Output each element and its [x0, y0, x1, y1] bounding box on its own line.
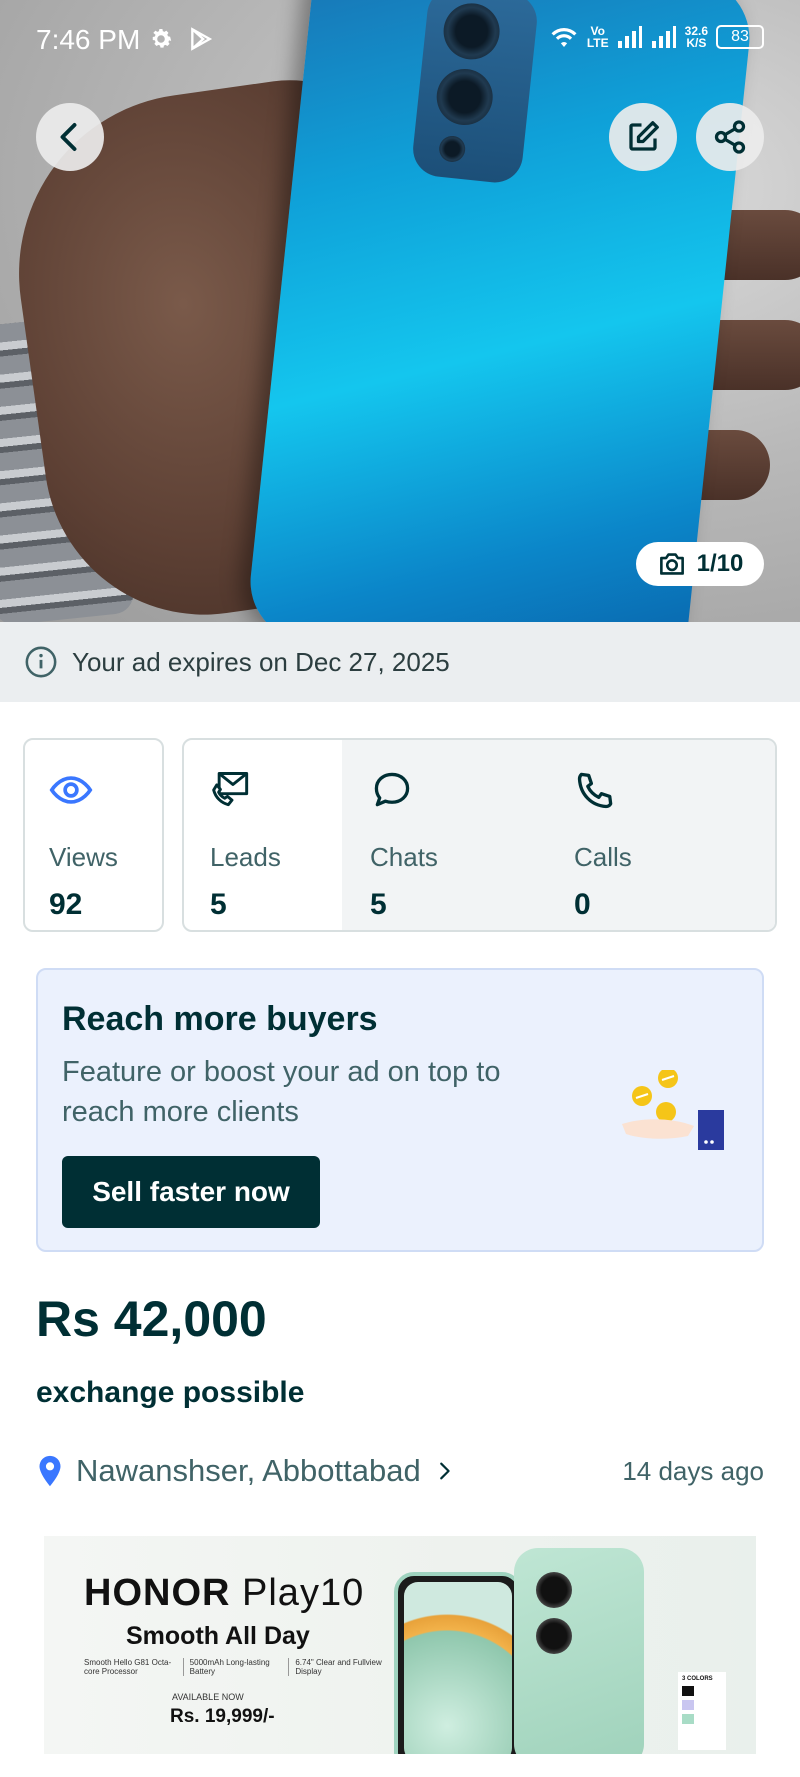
views-value: 92	[49, 888, 83, 921]
back-button[interactable]	[36, 103, 104, 171]
promo-card: Reach more buyers Feature or boost your …	[36, 968, 764, 1252]
location-text: Nawanshser, Abbottabad	[76, 1453, 421, 1488]
leads-label: Leads	[210, 842, 281, 872]
expiry-text: Your ad expires on Dec 27, 2025	[72, 646, 450, 677]
ad-colors: 3 COLORS	[678, 1672, 726, 1750]
status-time: 7:46 PM	[36, 24, 141, 55]
status-bar: 7:46 PM Vo LTE 32.6 K/S 83	[0, 0, 800, 80]
play-store-icon	[191, 27, 213, 51]
leads-card: Leads 5 Chats 5 Calls 0	[182, 738, 777, 932]
chats-stat[interactable]: Chats 5	[370, 740, 510, 930]
ad-phone-back	[514, 1548, 644, 1754]
calls-value: 0	[574, 888, 591, 921]
camera-icon	[659, 553, 684, 575]
location-pin-icon	[39, 1455, 61, 1487]
chevron-right-icon	[439, 1462, 450, 1480]
leads-icon	[212, 772, 249, 807]
expiry-notice: Your ad expires on Dec 27, 2025	[0, 622, 800, 702]
eye-icon	[49, 776, 93, 804]
edit-button[interactable]	[609, 103, 677, 171]
calls-stat[interactable]: Calls 0	[574, 740, 714, 930]
ad-availability: AVAILABLE NOW	[172, 1692, 244, 1702]
chat-icon	[374, 772, 410, 807]
views-card: Views 92	[23, 738, 164, 932]
wifi-icon	[551, 27, 577, 47]
ad-tagline: Smooth All Day	[126, 1622, 310, 1650]
chats-value: 5	[370, 888, 387, 921]
net-speed: 32.6 K/S	[684, 24, 708, 50]
photo-counter[interactable]: 1/10	[636, 542, 764, 586]
leads-stat[interactable]: Leads 5	[210, 740, 330, 930]
battery-indicator: 83	[716, 25, 764, 49]
volte-indicator: Vo LTE	[586, 24, 609, 50]
promo-description: Feature or boost your ad on top to reach…	[62, 1056, 501, 1128]
chevron-left-icon	[60, 123, 77, 151]
ad-brand: HONOR Play10	[84, 1572, 365, 1614]
ad-phone-front	[394, 1572, 522, 1754]
location-row: Nawanshser, Abbottabad 14 days ago	[36, 1450, 764, 1492]
ad-price: Rs. 19,999/-	[170, 1706, 275, 1727]
leads-value: 5	[210, 888, 227, 921]
signal-icon	[617, 26, 642, 48]
posted-time: 14 days ago	[622, 1455, 764, 1486]
honor-ad-banner[interactable]: HONOR Play10 Smooth All Day Smooth Hello…	[44, 1536, 756, 1754]
ad-specs: Smooth Hello G81 Octa-core Processor 500…	[84, 1658, 382, 1676]
chats-label: Chats	[370, 842, 438, 872]
info-icon	[25, 646, 57, 678]
listing-price: Rs 42,000	[36, 1291, 267, 1347]
photo-counter-text: 1/10	[696, 550, 744, 577]
signal-icon-2	[651, 26, 676, 48]
coins-hand-illustration	[622, 1070, 724, 1150]
phone-icon	[577, 772, 613, 809]
location-link[interactable]: Nawanshser, Abbottabad	[36, 1453, 455, 1489]
listing-title: exchange possible	[36, 1376, 305, 1409]
gear-icon	[152, 29, 172, 48]
listing-photo[interactable]	[0, 0, 800, 622]
promo-title: Reach more buyers	[62, 1000, 378, 1038]
edit-icon	[629, 121, 659, 151]
share-button[interactable]	[696, 103, 764, 171]
views-label: Views	[49, 842, 118, 872]
share-icon	[714, 120, 746, 154]
calls-label: Calls	[574, 842, 632, 872]
sell-faster-button[interactable]: Sell faster now	[62, 1156, 320, 1228]
